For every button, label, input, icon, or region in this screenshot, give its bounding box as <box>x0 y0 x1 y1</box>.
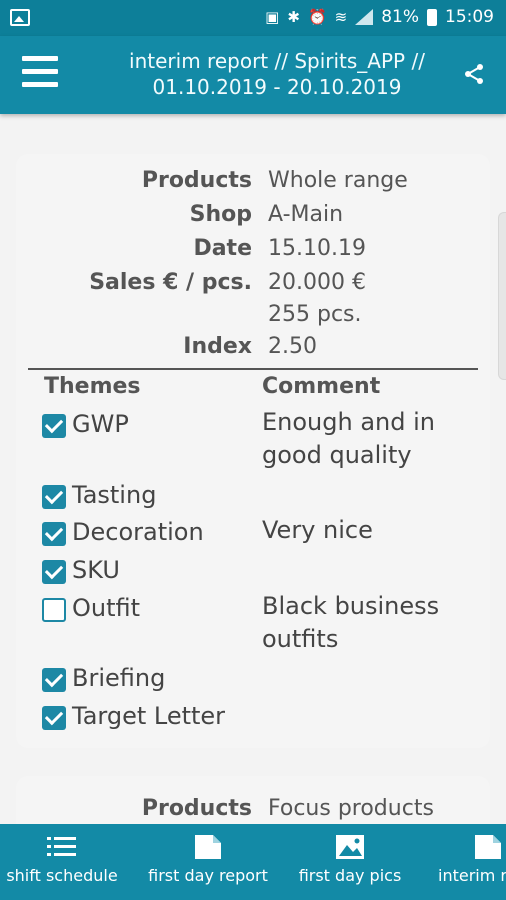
title-line-1: interim report // Spirits_APP // <box>129 49 425 73</box>
bottom-navigation: shift schedule first day report first da… <box>0 824 506 900</box>
products-value: Whole range <box>268 168 408 193</box>
checkbox-checked[interactable] <box>42 414 66 438</box>
comment-header: Comment <box>262 374 381 399</box>
clock: 15:09 <box>445 7 494 27</box>
date-label: Date <box>193 236 252 261</box>
list-icon <box>47 837 76 856</box>
alarm-icon: ⏰ <box>307 8 327 26</box>
menu-icon[interactable] <box>22 56 58 90</box>
checkbox-checked[interactable] <box>42 522 66 546</box>
theme-name: Decoration <box>72 518 204 546</box>
comment-line-1: Black business <box>262 592 440 620</box>
theme-comment: Enough and in good quality <box>262 406 482 472</box>
signal-icon <box>355 9 374 25</box>
nav-shift-schedule[interactable]: shift schedule <box>0 824 124 900</box>
nav-label: first day pics <box>298 866 402 885</box>
sales-label: Sales € / pcs. <box>89 270 252 295</box>
note-icon <box>475 835 501 859</box>
status-icons: ▣ ✱ ⏰ ≋ 81% 15:09 <box>265 7 494 27</box>
nav-label: shift schedule <box>6 866 118 885</box>
page-title: interim report // Spirits_APP // 01.10.2… <box>96 48 458 100</box>
nav-label: interim re <box>438 866 506 885</box>
battery-icon <box>427 8 437 26</box>
theme-name: Tasting <box>72 481 157 509</box>
comment-line-1: Very nice <box>262 516 373 544</box>
pcs-value: 255 pcs. <box>268 302 362 327</box>
theme-name: Outfit <box>72 594 141 622</box>
nav-first-day-report[interactable]: first day report <box>142 824 274 900</box>
battery-percent: 81% <box>381 7 419 27</box>
index-value: 2.50 <box>268 334 317 359</box>
products-label-2: Products <box>141 796 252 821</box>
note-icon <box>195 835 221 859</box>
bluetooth-icon: ✱ <box>287 8 300 26</box>
theme-comment: Black business outfits <box>262 590 482 656</box>
report-content[interactable]: Products Whole range Shop A-Main Date 15… <box>0 114 506 825</box>
nav-interim-report[interactable]: interim re <box>434 824 506 900</box>
checkbox-unchecked[interactable] <box>42 598 66 622</box>
checkbox-checked[interactable] <box>42 706 66 730</box>
report-card: Products Whole range Shop A-Main Date 15… <box>16 154 490 748</box>
wifi-icon: ≋ <box>334 8 348 26</box>
title-line-2: 01.10.2019 - 20.10.2019 <box>152 75 402 99</box>
gallery-notification-icon <box>10 9 30 26</box>
side-panel-handle[interactable] <box>498 212 506 380</box>
status-bar: ▣ ✱ ⏰ ≋ 81% 15:09 <box>0 0 506 36</box>
comment-line-2: good quality <box>262 441 412 469</box>
index-label: Index <box>183 334 252 359</box>
shop-value: A-Main <box>268 202 344 227</box>
themes-header: Themes <box>44 374 141 399</box>
sim-icon: ▣ <box>265 8 280 26</box>
nav-first-day-pics[interactable]: first day pics <box>292 824 408 900</box>
theme-name: Briefing <box>72 664 166 692</box>
checkbox-checked[interactable] <box>42 668 66 692</box>
theme-name: Target Letter <box>72 702 226 730</box>
share-icon[interactable] <box>462 62 486 86</box>
products-label: Products <box>141 168 252 193</box>
theme-name: SKU <box>72 556 120 584</box>
app-bar: interim report // Spirits_APP // 01.10.2… <box>0 36 506 114</box>
nav-label: first day report <box>148 866 268 885</box>
comment-line-1: Enough and in <box>262 408 436 436</box>
date-value: 15.10.19 <box>268 236 366 261</box>
shop-label: Shop <box>189 202 252 227</box>
theme-name: GWP <box>72 410 129 438</box>
comment-line-2: outfits <box>262 625 339 653</box>
divider <box>28 368 478 370</box>
checkbox-checked[interactable] <box>42 485 66 509</box>
image-icon <box>336 835 364 859</box>
report-card-2: Products Focus products <box>16 776 490 825</box>
checkbox-checked[interactable] <box>42 560 66 584</box>
sales-value: 20.000 € <box>268 270 366 295</box>
theme-comment: Very nice <box>262 514 482 547</box>
products-value-2: Focus products <box>268 796 434 821</box>
